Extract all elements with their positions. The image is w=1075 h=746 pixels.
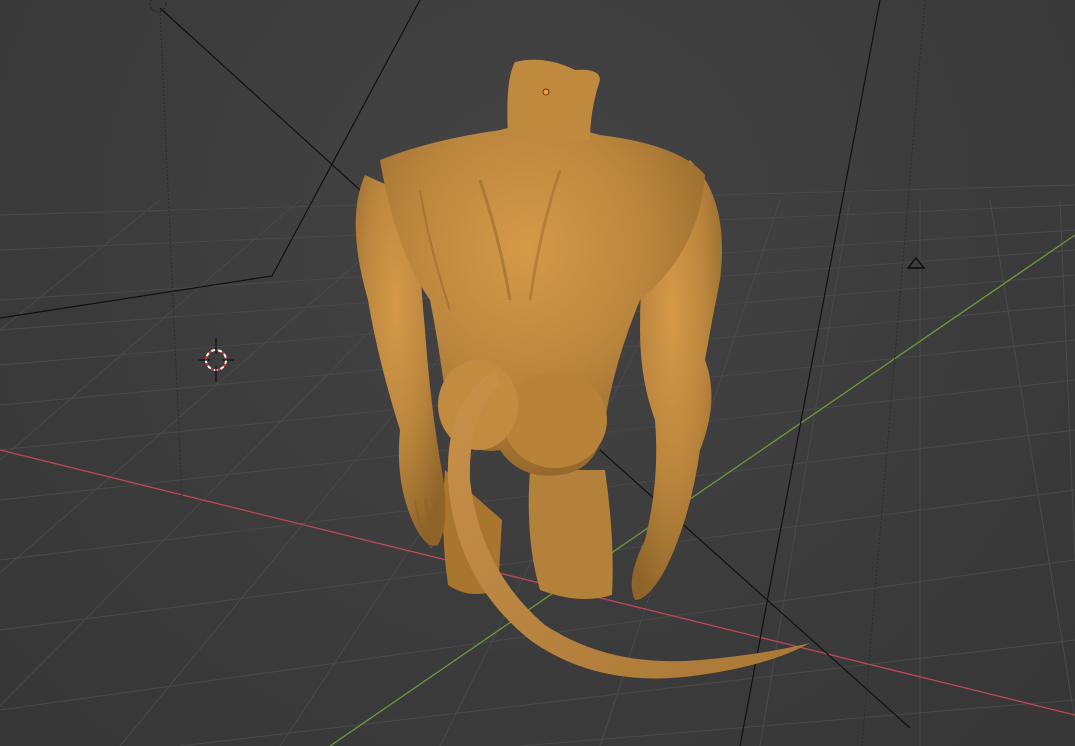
object-origin-icon [542, 88, 550, 96]
3d-viewport[interactable] [0, 0, 1075, 746]
3d-cursor-icon[interactable] [198, 338, 234, 382]
sun-light-icon[interactable] [149, 0, 167, 13]
creature-sculpt-mesh[interactable] [355, 59, 810, 679]
viewport-canvas[interactable] [0, 0, 1075, 746]
sun-light-icon[interactable] [906, 256, 926, 269]
